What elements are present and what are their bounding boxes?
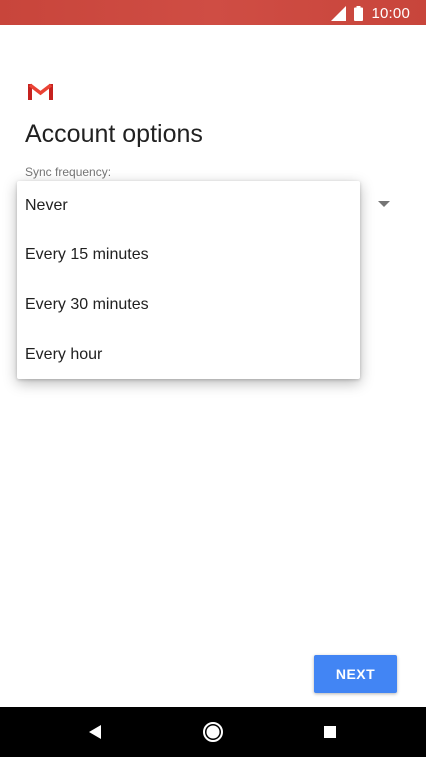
menu-item-every-15-minutes[interactable]: Every 15 minutes xyxy=(17,231,360,279)
page-title: Account options xyxy=(25,120,203,148)
status-icons: 10:00 xyxy=(331,3,410,23)
home-icon xyxy=(203,722,223,742)
status-time: 10:00 xyxy=(371,4,410,22)
navigation-bar xyxy=(0,707,426,757)
signal-icon xyxy=(331,5,347,21)
menu-item-never[interactable]: Never xyxy=(17,182,360,230)
sync-frequency-dropdown-menu: Never Every 15 minutes Every 30 minutes … xyxy=(17,181,360,379)
back-icon xyxy=(89,725,101,739)
dropdown-arrow-icon[interactable] xyxy=(378,200,390,208)
menu-item-every-30-minutes[interactable]: Every 30 minutes xyxy=(17,281,360,329)
recents-icon xyxy=(324,726,336,738)
battery-icon xyxy=(354,5,364,21)
back-button[interactable] xyxy=(82,719,108,745)
next-button[interactable]: NEXT xyxy=(314,655,397,693)
menu-item-every-hour[interactable]: Every hour xyxy=(17,331,360,379)
home-button[interactable] xyxy=(200,719,226,745)
recents-button[interactable] xyxy=(317,719,343,745)
status-bar: 10:00 xyxy=(0,0,426,25)
sync-frequency-label: Sync frequency: xyxy=(25,165,112,179)
gmail-logo xyxy=(28,83,53,100)
